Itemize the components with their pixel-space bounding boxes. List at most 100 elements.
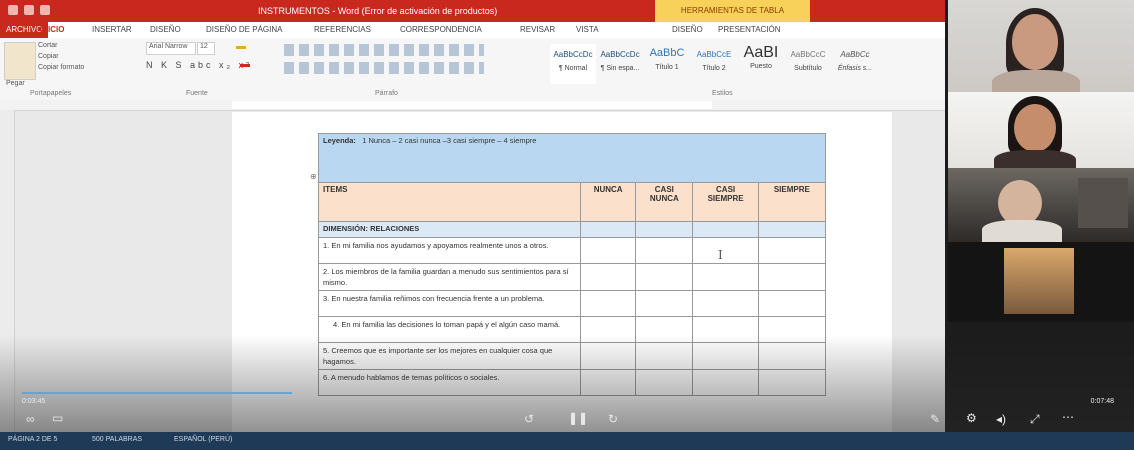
copy-button[interactable]: Copiar — [38, 53, 59, 60]
style-name: Subtítulo — [794, 65, 822, 72]
header-casi-nunca[interactable]: CASI NUNCA — [635, 182, 694, 222]
table-cell[interactable] — [580, 369, 637, 396]
table-cell[interactable] — [692, 342, 759, 370]
font-color-icon[interactable] — [240, 64, 250, 67]
highlight-icon[interactable] — [236, 46, 246, 49]
tab-revisar[interactable]: REVISAR — [520, 25, 555, 34]
tab-table-design[interactable]: DISEÑO — [672, 25, 703, 34]
font-name-select[interactable]: Arial Narrow — [146, 42, 196, 55]
horizontal-ruler[interactable] — [0, 100, 945, 111]
cut-button[interactable]: Cortar — [38, 42, 57, 49]
vertical-ruler[interactable] — [0, 110, 15, 440]
table-cell[interactable] — [635, 221, 694, 238]
table-cell[interactable] — [635, 263, 694, 291]
status-language[interactable]: ESPAÑOL (PERÚ) — [174, 436, 232, 443]
undo-icon[interactable] — [24, 5, 34, 15]
item-text[interactable]: 4. En mi familia las decisiones lo toman… — [317, 316, 582, 343]
header-siempre[interactable]: SIEMPRE — [757, 182, 827, 222]
item-text[interactable]: 1. En mi familia nos ayudamos y apoyamos… — [317, 237, 582, 264]
group-clipboard-label: Portapapeles — [30, 90, 72, 97]
item-text[interactable]: 2. Los miembros de la familia guardan a … — [317, 263, 582, 291]
legend-cell[interactable]: Leyenda: 1 Nunca – 2 casi nunca –3 casi … — [318, 133, 826, 183]
table-cell[interactable] — [757, 342, 827, 370]
video-tile-participant-1[interactable] — [948, 0, 1134, 92]
table-cell[interactable] — [580, 316, 637, 343]
tab-diseno[interactable]: DISEÑO — [150, 25, 181, 34]
paragraph-align-buttons[interactable] — [284, 62, 484, 74]
pen-icon[interactable]: ✎ — [930, 412, 940, 426]
table-cell[interactable] — [580, 342, 637, 370]
style-heading-2[interactable]: AaBbCcE Título 2 — [691, 44, 737, 84]
tab-diseno-pagina[interactable]: DISEÑO DE PÁGINA — [206, 25, 282, 34]
table-cell[interactable] — [580, 263, 637, 291]
table-cell[interactable] — [692, 369, 759, 396]
style-normal[interactable]: AaBbCcDc ¶ Normal — [550, 44, 596, 84]
format-painter-button[interactable]: Copiar formato — [38, 64, 84, 71]
table-cell[interactable] — [635, 237, 694, 264]
tab-inicio[interactable]: INICIO — [40, 25, 64, 34]
style-title[interactable]: AaBI Puesto — [738, 44, 784, 84]
table-cell[interactable] — [635, 342, 694, 370]
table-cell[interactable] — [692, 237, 759, 264]
table-cell[interactable] — [692, 263, 759, 291]
tab-referencias[interactable]: REFERENCIAS — [314, 25, 371, 34]
paragraph-list-buttons[interactable] — [284, 44, 484, 56]
caption-icon[interactable]: ▭ — [52, 411, 63, 425]
dimension-label[interactable]: DIMENSIÓN: RELACIONES — [317, 221, 582, 238]
paste-button[interactable] — [4, 42, 36, 80]
forward-icon[interactable]: ↻ — [608, 412, 618, 426]
style-heading-1[interactable]: AaBbC Título 1 — [644, 44, 690, 84]
table-cell[interactable] — [580, 290, 637, 317]
table-cell[interactable] — [692, 316, 759, 343]
font-size-select[interactable]: 12 — [197, 42, 215, 55]
table-cell[interactable] — [692, 221, 759, 238]
redo-icon[interactable] — [40, 5, 50, 15]
expand-icon[interactable]: ⤢ — [1030, 412, 1040, 427]
table-cell[interactable] — [580, 237, 637, 264]
infinity-icon[interactable]: ∞ — [26, 412, 35, 426]
table-cell[interactable] — [757, 221, 827, 238]
table-cell[interactable] — [692, 290, 759, 317]
tab-insertar[interactable]: INSERTAR — [92, 25, 132, 34]
table-cell[interactable] — [757, 290, 827, 317]
participant-body — [982, 220, 1062, 242]
item-text[interactable]: 6. A menudo hablamos de temas políticos … — [317, 369, 582, 396]
table-cell[interactable] — [757, 263, 827, 291]
style-subtitle[interactable]: AaBbCcC Subtítulo — [785, 44, 831, 84]
rewind-icon[interactable]: ↺ — [524, 412, 534, 426]
header-casi-siempre[interactable]: CASI SIEMPRE — [692, 182, 759, 222]
table-cell[interactable] — [580, 221, 637, 238]
pause-icon[interactable]: ❚❚ — [568, 411, 588, 425]
more-icon[interactable]: ⋯ — [1062, 410, 1074, 424]
volume-icon[interactable]: ◂) — [996, 412, 1006, 426]
video-tile-participant-2[interactable] — [948, 92, 1134, 168]
status-page[interactable]: PÁGINA 2 DE 5 — [8, 436, 57, 443]
style-no-spacing[interactable]: AaBbCcDc ¶ Sin espa... — [597, 44, 643, 84]
table-cell[interactable] — [757, 237, 827, 264]
playback-progress-bar[interactable] — [22, 392, 292, 394]
style-emphasis[interactable]: AaBbCc Énfasis s... — [832, 44, 878, 84]
word-logo-icon — [8, 5, 18, 15]
header-nunca[interactable]: NUNCA — [580, 182, 637, 222]
item-text[interactable]: 3. En nuestra familia reñimos con frecue… — [317, 290, 582, 317]
table-cell[interactable] — [635, 290, 694, 317]
settings-icon[interactable]: ⚙ — [966, 411, 977, 425]
table-cell[interactable] — [635, 316, 694, 343]
tab-table-layout[interactable]: PRESENTACIÓN — [718, 25, 781, 34]
evaluation-table: Leyenda: 1 Nunca – 2 casi nunca –3 casi … — [317, 133, 827, 396]
table-cell[interactable] — [757, 369, 827, 396]
background-object — [1078, 178, 1128, 228]
table-row: 2. Los miembros de la familia guardan a … — [317, 263, 827, 291]
table-cell[interactable] — [757, 316, 827, 343]
header-items[interactable]: ITEMS — [317, 182, 582, 222]
table-cell[interactable] — [635, 369, 694, 396]
font-format-buttons[interactable]: N K S abc x₂ x² — [146, 60, 252, 70]
status-words[interactable]: 500 PALABRAS — [92, 436, 142, 443]
tab-vista[interactable]: VISTA — [576, 25, 599, 34]
legend-row: Leyenda: 1 Nunca – 2 casi nunca –3 casi … — [318, 133, 826, 183]
table-move-handle-icon[interactable]: ⊕ — [310, 172, 317, 181]
tab-correspondencia[interactable]: CORRESPONDENCIA — [400, 25, 482, 34]
video-tile-participant-3[interactable] — [948, 168, 1134, 242]
video-tile-participant-4[interactable] — [948, 242, 1134, 322]
item-text[interactable]: 5. Creemos que es importante ser los mej… — [317, 342, 582, 370]
